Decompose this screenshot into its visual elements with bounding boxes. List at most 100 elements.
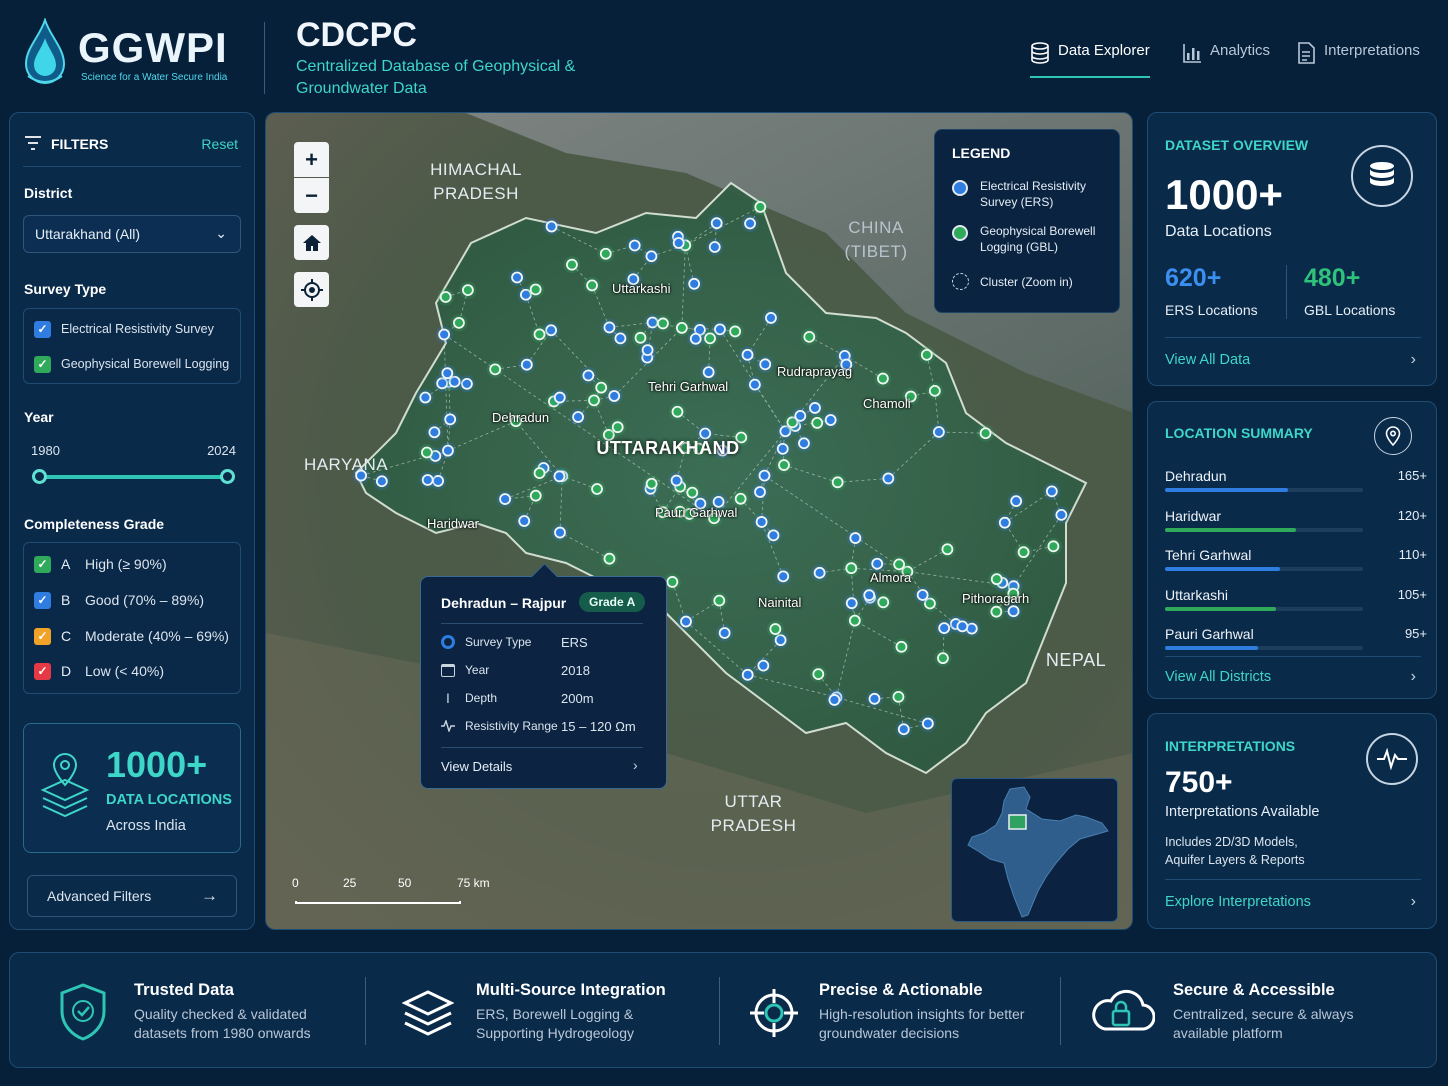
ers-marker[interactable] <box>718 627 731 639</box>
locate-button[interactable] <box>294 272 329 307</box>
checkbox-checked-icon[interactable]: ✓ <box>34 662 51 680</box>
ers-marker[interactable] <box>744 217 756 230</box>
ers-marker[interactable] <box>582 369 595 382</box>
gbl-marker[interactable] <box>979 427 992 440</box>
ers-marker[interactable] <box>998 516 1011 529</box>
gbl-marker[interactable] <box>595 381 608 394</box>
gbl-marker[interactable] <box>634 331 647 344</box>
gbl-marker[interactable] <box>812 668 825 681</box>
home-button[interactable] <box>294 225 329 260</box>
ers-marker[interactable] <box>608 390 621 402</box>
ers-marker[interactable] <box>545 220 558 233</box>
grade-option-b[interactable]: ✓ B Good (70% – 89%) <box>34 590 204 610</box>
advanced-filters-button[interactable]: Advanced Filters → <box>27 875 237 917</box>
gbl-marker[interactable] <box>1047 540 1060 553</box>
ers-marker[interactable] <box>553 391 566 404</box>
gbl-marker[interactable] <box>990 605 1003 618</box>
gbl-marker[interactable] <box>420 446 433 459</box>
ers-marker[interactable] <box>767 529 780 542</box>
ers-marker[interactable] <box>741 668 754 681</box>
district-row[interactable]: Uttarkashi 105+ <box>1165 587 1427 619</box>
ers-marker[interactable] <box>442 444 454 457</box>
grade-option-c[interactable]: ✓ C Moderate (40% – 69%) <box>34 626 229 646</box>
ers-marker[interactable] <box>520 358 533 371</box>
gbl-marker[interactable] <box>895 640 908 653</box>
ers-marker[interactable] <box>932 426 945 438</box>
ers-marker[interactable] <box>824 414 837 426</box>
gbl-marker[interactable] <box>462 284 474 296</box>
ers-marker[interactable] <box>758 469 771 482</box>
zoom-out-button[interactable]: − <box>294 178 329 213</box>
ers-marker[interactable] <box>672 237 685 249</box>
ers-marker[interactable] <box>603 321 616 334</box>
gbl-marker[interactable] <box>845 562 858 575</box>
ers-marker[interactable] <box>614 332 627 345</box>
india-minimap[interactable] <box>951 778 1118 922</box>
ers-marker[interactable] <box>375 475 388 488</box>
ers-marker[interactable] <box>916 589 929 601</box>
nav-data-explorer[interactable]: Data Explorer <box>1030 42 1150 78</box>
ers-marker[interactable] <box>419 391 432 404</box>
ers-marker[interactable] <box>641 344 654 357</box>
gbl-marker[interactable] <box>704 332 716 345</box>
gbl-marker[interactable] <box>591 483 603 495</box>
ers-marker[interactable] <box>765 312 777 324</box>
gbl-marker[interactable] <box>566 258 578 271</box>
gbl-marker[interactable] <box>831 476 844 489</box>
survey-option-ers[interactable]: ✓ Electrical Resistivity Survey <box>34 319 214 339</box>
chevron-right-icon[interactable]: › <box>1411 893 1416 911</box>
district-row[interactable]: Tehri Garhwal 110+ <box>1165 547 1427 579</box>
ers-marker[interactable] <box>553 470 566 483</box>
gbl-marker[interactable] <box>529 489 542 502</box>
ers-marker[interactable] <box>421 474 434 486</box>
gbl-marker[interactable] <box>937 652 949 665</box>
ers-marker[interactable] <box>688 277 701 290</box>
ers-marker[interactable] <box>741 348 754 361</box>
ers-marker[interactable] <box>748 378 761 391</box>
gbl-marker[interactable] <box>893 558 906 571</box>
gbl-marker[interactable] <box>941 543 954 556</box>
gbl-marker[interactable] <box>657 317 669 330</box>
grade-option-d[interactable]: ✓ D Low (< 40%) <box>34 661 164 681</box>
ers-marker[interactable] <box>757 659 770 672</box>
checkbox-checked-icon[interactable]: ✓ <box>34 355 51 373</box>
checkbox-checked-icon[interactable]: ✓ <box>34 591 51 609</box>
ers-marker[interactable] <box>511 271 523 284</box>
ers-marker[interactable] <box>438 328 451 341</box>
gbl-marker[interactable] <box>671 405 684 418</box>
gbl-marker[interactable] <box>666 576 679 588</box>
ers-marker[interactable] <box>938 622 951 635</box>
district-row[interactable]: Pauri Garhwal 95+ <box>1165 626 1427 658</box>
gbl-marker[interactable] <box>675 322 688 334</box>
ers-marker[interactable] <box>794 409 807 422</box>
gbl-marker[interactable] <box>453 316 465 329</box>
checkbox-checked-icon[interactable]: ✓ <box>34 555 51 573</box>
reset-link[interactable]: Reset <box>201 136 238 152</box>
gbl-marker[interactable] <box>533 328 546 341</box>
gbl-marker[interactable] <box>729 325 742 338</box>
ers-marker[interactable] <box>845 597 858 610</box>
chevron-right-icon[interactable]: › <box>633 757 638 773</box>
gbl-marker[interactable] <box>713 594 726 607</box>
gbl-marker[interactable] <box>769 623 782 635</box>
gbl-marker[interactable] <box>920 348 933 361</box>
ers-marker[interactable] <box>702 366 715 379</box>
ers-marker[interactable] <box>868 692 881 705</box>
view-details-link[interactable]: View Details <box>441 759 512 774</box>
ers-marker[interactable] <box>759 358 772 371</box>
checkbox-checked-icon[interactable]: ✓ <box>34 320 51 338</box>
gbl-marker[interactable] <box>990 573 1003 586</box>
ers-marker[interactable] <box>921 717 934 730</box>
ers-marker[interactable] <box>813 566 826 579</box>
nav-analytics[interactable]: Analytics <box>1182 42 1270 78</box>
ers-marker[interactable] <box>828 694 841 706</box>
ers-marker[interactable] <box>863 589 876 602</box>
ers-marker[interactable] <box>680 615 692 628</box>
gbl-marker[interactable] <box>811 416 824 429</box>
district-row[interactable]: Dehradun 165+ <box>1165 468 1427 500</box>
ers-marker[interactable] <box>428 426 441 439</box>
gbl-marker[interactable] <box>778 459 790 471</box>
gbl-marker[interactable] <box>489 363 502 376</box>
gbl-marker[interactable] <box>588 394 600 407</box>
ers-marker[interactable] <box>882 472 895 485</box>
